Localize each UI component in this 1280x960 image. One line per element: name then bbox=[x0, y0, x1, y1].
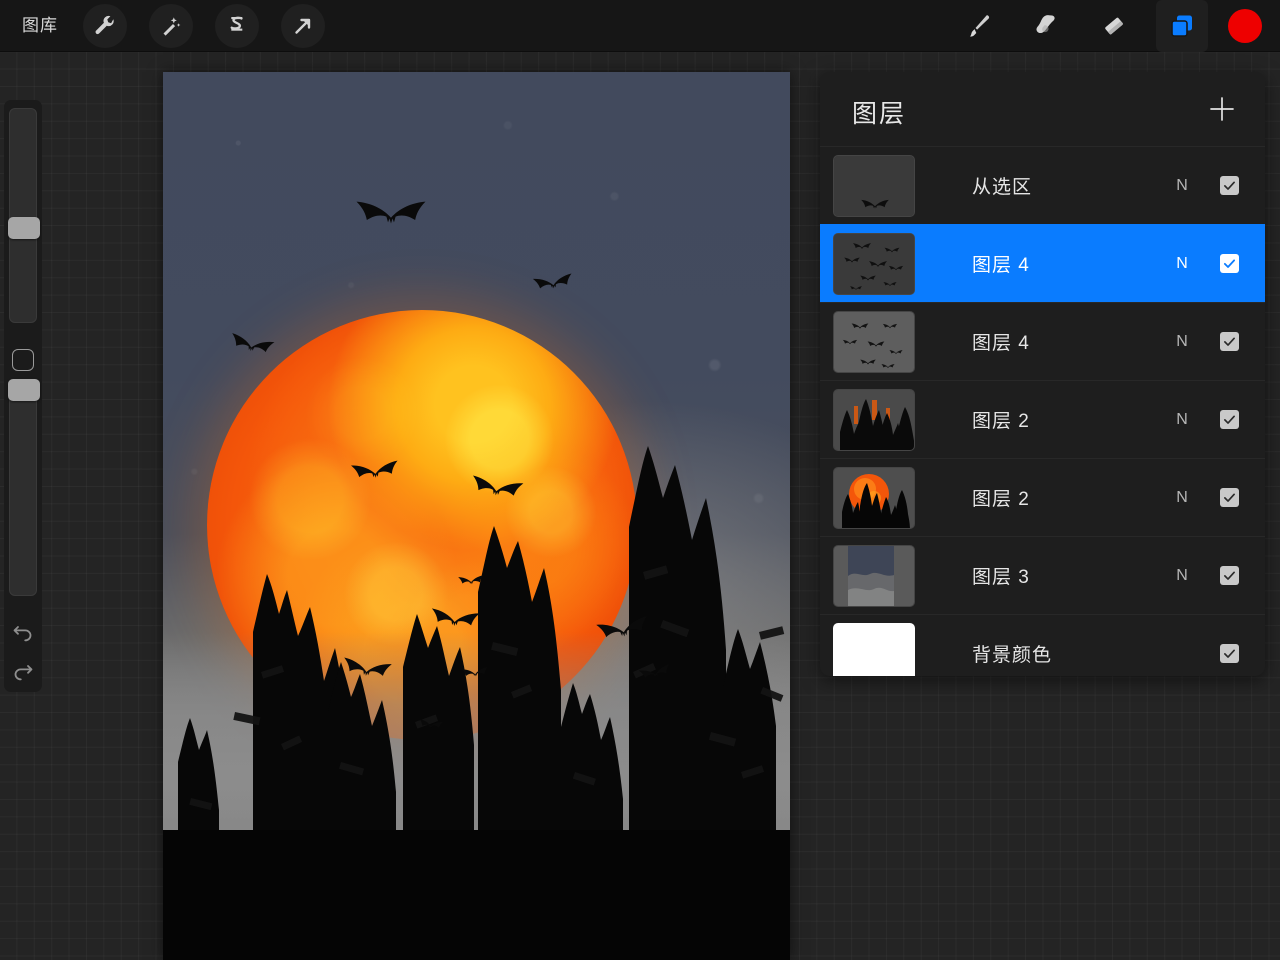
undo-icon bbox=[13, 626, 32, 642]
layer-row[interactable]: 图层 2 N bbox=[820, 380, 1265, 458]
layer-thumbnail[interactable] bbox=[833, 310, 915, 373]
toolbar-right-group bbox=[944, 0, 1280, 52]
artwork-canvas[interactable] bbox=[163, 72, 790, 960]
layer-name: 背景颜色 bbox=[972, 645, 1053, 666]
eraser-icon[interactable] bbox=[1088, 0, 1140, 52]
wrench-icon[interactable] bbox=[83, 4, 127, 48]
smudge-glyph bbox=[1036, 15, 1055, 34]
plus-icon bbox=[1210, 97, 1234, 121]
layer-thumbnail[interactable] bbox=[833, 466, 915, 529]
transform-arrow-icon[interactable] bbox=[281, 4, 325, 48]
bats-layer bbox=[229, 201, 672, 730]
opacity-slider[interactable] bbox=[8, 378, 40, 596]
top-toolbar: 图库 bbox=[0, 0, 1280, 52]
magic-wand-glyph bbox=[163, 17, 181, 36]
thumb-art bbox=[861, 199, 889, 209]
modify-square-button[interactable] bbox=[12, 349, 34, 371]
thumb-art bbox=[844, 242, 904, 290]
layer-blend-mode[interactable]: N bbox=[1162, 333, 1202, 351]
redo-icon bbox=[14, 665, 33, 681]
check-icon bbox=[1224, 181, 1235, 190]
check-icon bbox=[1224, 649, 1235, 658]
layer-thumbnail[interactable] bbox=[833, 232, 915, 295]
opacity-thumb[interactable] bbox=[8, 378, 40, 401]
brush-size-slider[interactable] bbox=[8, 108, 40, 324]
layer-visibility-checkbox[interactable] bbox=[1220, 254, 1239, 273]
layer-visibility-checkbox[interactable] bbox=[1220, 332, 1239, 351]
layers-panel-header: 图层 bbox=[820, 72, 1265, 146]
toolbar-left-group: 图库 bbox=[0, 0, 336, 52]
check-icon bbox=[1224, 571, 1235, 580]
layer-visibility-checkbox[interactable] bbox=[1220, 410, 1239, 429]
layer-thumbnail[interactable] bbox=[833, 622, 915, 676]
redo-button[interactable] bbox=[6, 653, 40, 692]
check-icon bbox=[1223, 259, 1236, 268]
thumb-art bbox=[840, 398, 914, 450]
layers-panel-title: 图层 bbox=[852, 100, 907, 128]
gallery-button[interactable]: 图库 bbox=[0, 0, 72, 52]
wrench-glyph bbox=[95, 15, 114, 35]
layer-row[interactable]: 图层 4 N bbox=[820, 302, 1265, 380]
layer-blend-mode[interactable]: N bbox=[1162, 411, 1202, 429]
check-icon bbox=[1224, 415, 1235, 424]
brush-icon[interactable] bbox=[952, 0, 1004, 52]
artwork-content bbox=[163, 72, 790, 960]
left-sidebar bbox=[4, 100, 42, 692]
layer-blend-mode[interactable]: N bbox=[1162, 567, 1202, 585]
thumb-art bbox=[842, 473, 910, 528]
selection-glyph bbox=[230, 16, 243, 31]
layer-thumbnail[interactable] bbox=[833, 388, 915, 451]
layers-glyph bbox=[1171, 15, 1192, 37]
layer-thumbnail[interactable] bbox=[833, 544, 915, 607]
transform-arrow-glyph bbox=[295, 18, 311, 34]
smudge-icon[interactable] bbox=[1020, 0, 1072, 52]
layer-blend-mode[interactable]: N bbox=[1162, 489, 1202, 507]
check-icon bbox=[1224, 337, 1235, 346]
thumb-art bbox=[842, 322, 903, 368]
selection-icon[interactable] bbox=[215, 4, 259, 48]
layer-visibility-checkbox[interactable] bbox=[1220, 488, 1239, 507]
layer-name: 图层 2 bbox=[972, 411, 1030, 432]
layer-blend-mode[interactable]: N bbox=[1162, 177, 1202, 195]
brush-glyph bbox=[970, 15, 990, 37]
layer-row[interactable]: 图层 2 N bbox=[820, 458, 1265, 536]
layer-visibility-checkbox[interactable] bbox=[1220, 176, 1239, 195]
layers-icon[interactable] bbox=[1156, 0, 1208, 52]
layer-row[interactable]: 图层 3 N bbox=[820, 536, 1265, 614]
layer-row-selected[interactable]: 图层 4 N bbox=[820, 224, 1265, 302]
layer-row-background[interactable]: 背景颜色 bbox=[820, 614, 1265, 676]
layer-name: 图层 2 bbox=[972, 489, 1030, 510]
layer-name: 图层 4 bbox=[972, 333, 1030, 354]
layer-blend-mode[interactable]: N bbox=[1162, 255, 1202, 273]
add-layer-button[interactable] bbox=[1207, 94, 1237, 124]
layer-row[interactable]: 从选区 N bbox=[820, 146, 1265, 224]
magic-wand-icon[interactable] bbox=[149, 4, 193, 48]
brush-size-thumb[interactable] bbox=[8, 217, 40, 239]
eraser-glyph bbox=[1105, 17, 1123, 35]
layer-name: 图层 3 bbox=[972, 567, 1030, 588]
layer-visibility-checkbox[interactable] bbox=[1220, 566, 1239, 585]
color-swatch[interactable] bbox=[1228, 9, 1262, 43]
undo-button[interactable] bbox=[6, 614, 40, 653]
layer-thumbnail[interactable] bbox=[833, 154, 915, 217]
layers-panel: 图层 从选区 N 图层 4 N 图层 4 N 图层 2 N 图层 2 N 图层 … bbox=[820, 72, 1265, 676]
layer-visibility-checkbox[interactable] bbox=[1220, 644, 1239, 663]
thumb-art bbox=[848, 545, 894, 606]
check-icon bbox=[1224, 493, 1235, 502]
layer-name: 图层 4 bbox=[972, 255, 1030, 276]
layer-name: 从选区 bbox=[972, 177, 1033, 198]
